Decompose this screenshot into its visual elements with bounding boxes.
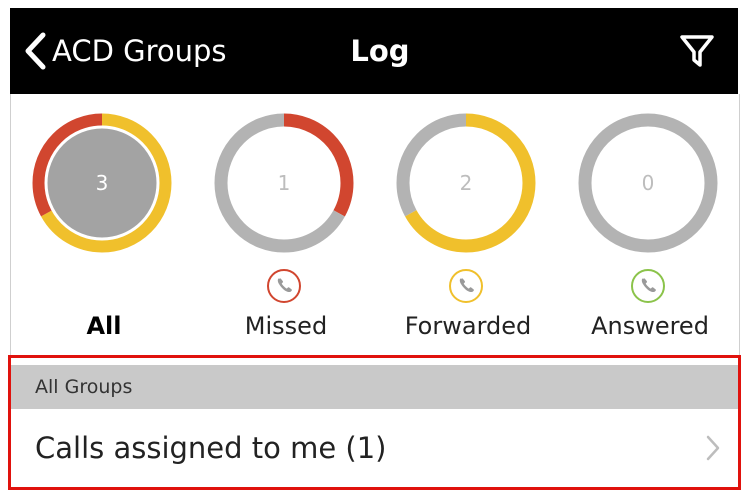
- list-item-calls-assigned[interactable]: Calls assigned to me (1): [11, 409, 738, 487]
- forwarded-count-ring: 2: [396, 113, 536, 253]
- filter-icon: [680, 35, 714, 67]
- screen: ACD Groups Log 3 All 1 Missed 2 Forwarded 0 Ans…: [0, 0, 747, 493]
- all-count-ring: 3: [32, 113, 172, 253]
- stat-label-forwarded: Forwarded: [404, 312, 532, 340]
- missed-count-ring: 1: [214, 113, 354, 253]
- chevron-left-icon: [25, 32, 46, 70]
- chevron-right-icon: [706, 435, 720, 461]
- navigation-bar: ACD Groups Log: [10, 8, 738, 94]
- phone-icon: [631, 269, 665, 303]
- stat-tab-forwarded[interactable]: 2 Forwarded: [377, 94, 559, 356]
- stat-tab-missed[interactable]: 1 Missed: [195, 94, 377, 356]
- call-count: 1: [278, 171, 291, 195]
- stat-tab-all[interactable]: 3 All: [13, 94, 195, 356]
- list-item-label: Calls assigned to me (1): [35, 431, 387, 465]
- stat-label-missed: Missed: [244, 312, 328, 340]
- answered-count-ring: 0: [578, 113, 718, 253]
- section-header: All Groups: [11, 365, 738, 409]
- page-title: Log: [350, 34, 410, 68]
- filter-button[interactable]: [674, 28, 720, 74]
- group-section: All Groups Calls assigned to me (1): [8, 355, 741, 490]
- back-label: ACD Groups: [52, 34, 227, 68]
- call-count: 2: [460, 171, 473, 195]
- stat-tab-answered[interactable]: 0 Answered: [559, 94, 741, 356]
- call-count: 3: [96, 171, 109, 195]
- stat-label-answered: Answered: [591, 312, 709, 340]
- phone-icon: [267, 269, 301, 303]
- stat-label-all: All: [86, 312, 122, 340]
- call-count: 0: [642, 171, 655, 195]
- phone-icon: [449, 269, 483, 303]
- back-button[interactable]: ACD Groups: [24, 24, 227, 78]
- call-stats-panel: 3 All 1 Missed 2 Forwarded 0 Answered: [10, 94, 740, 356]
